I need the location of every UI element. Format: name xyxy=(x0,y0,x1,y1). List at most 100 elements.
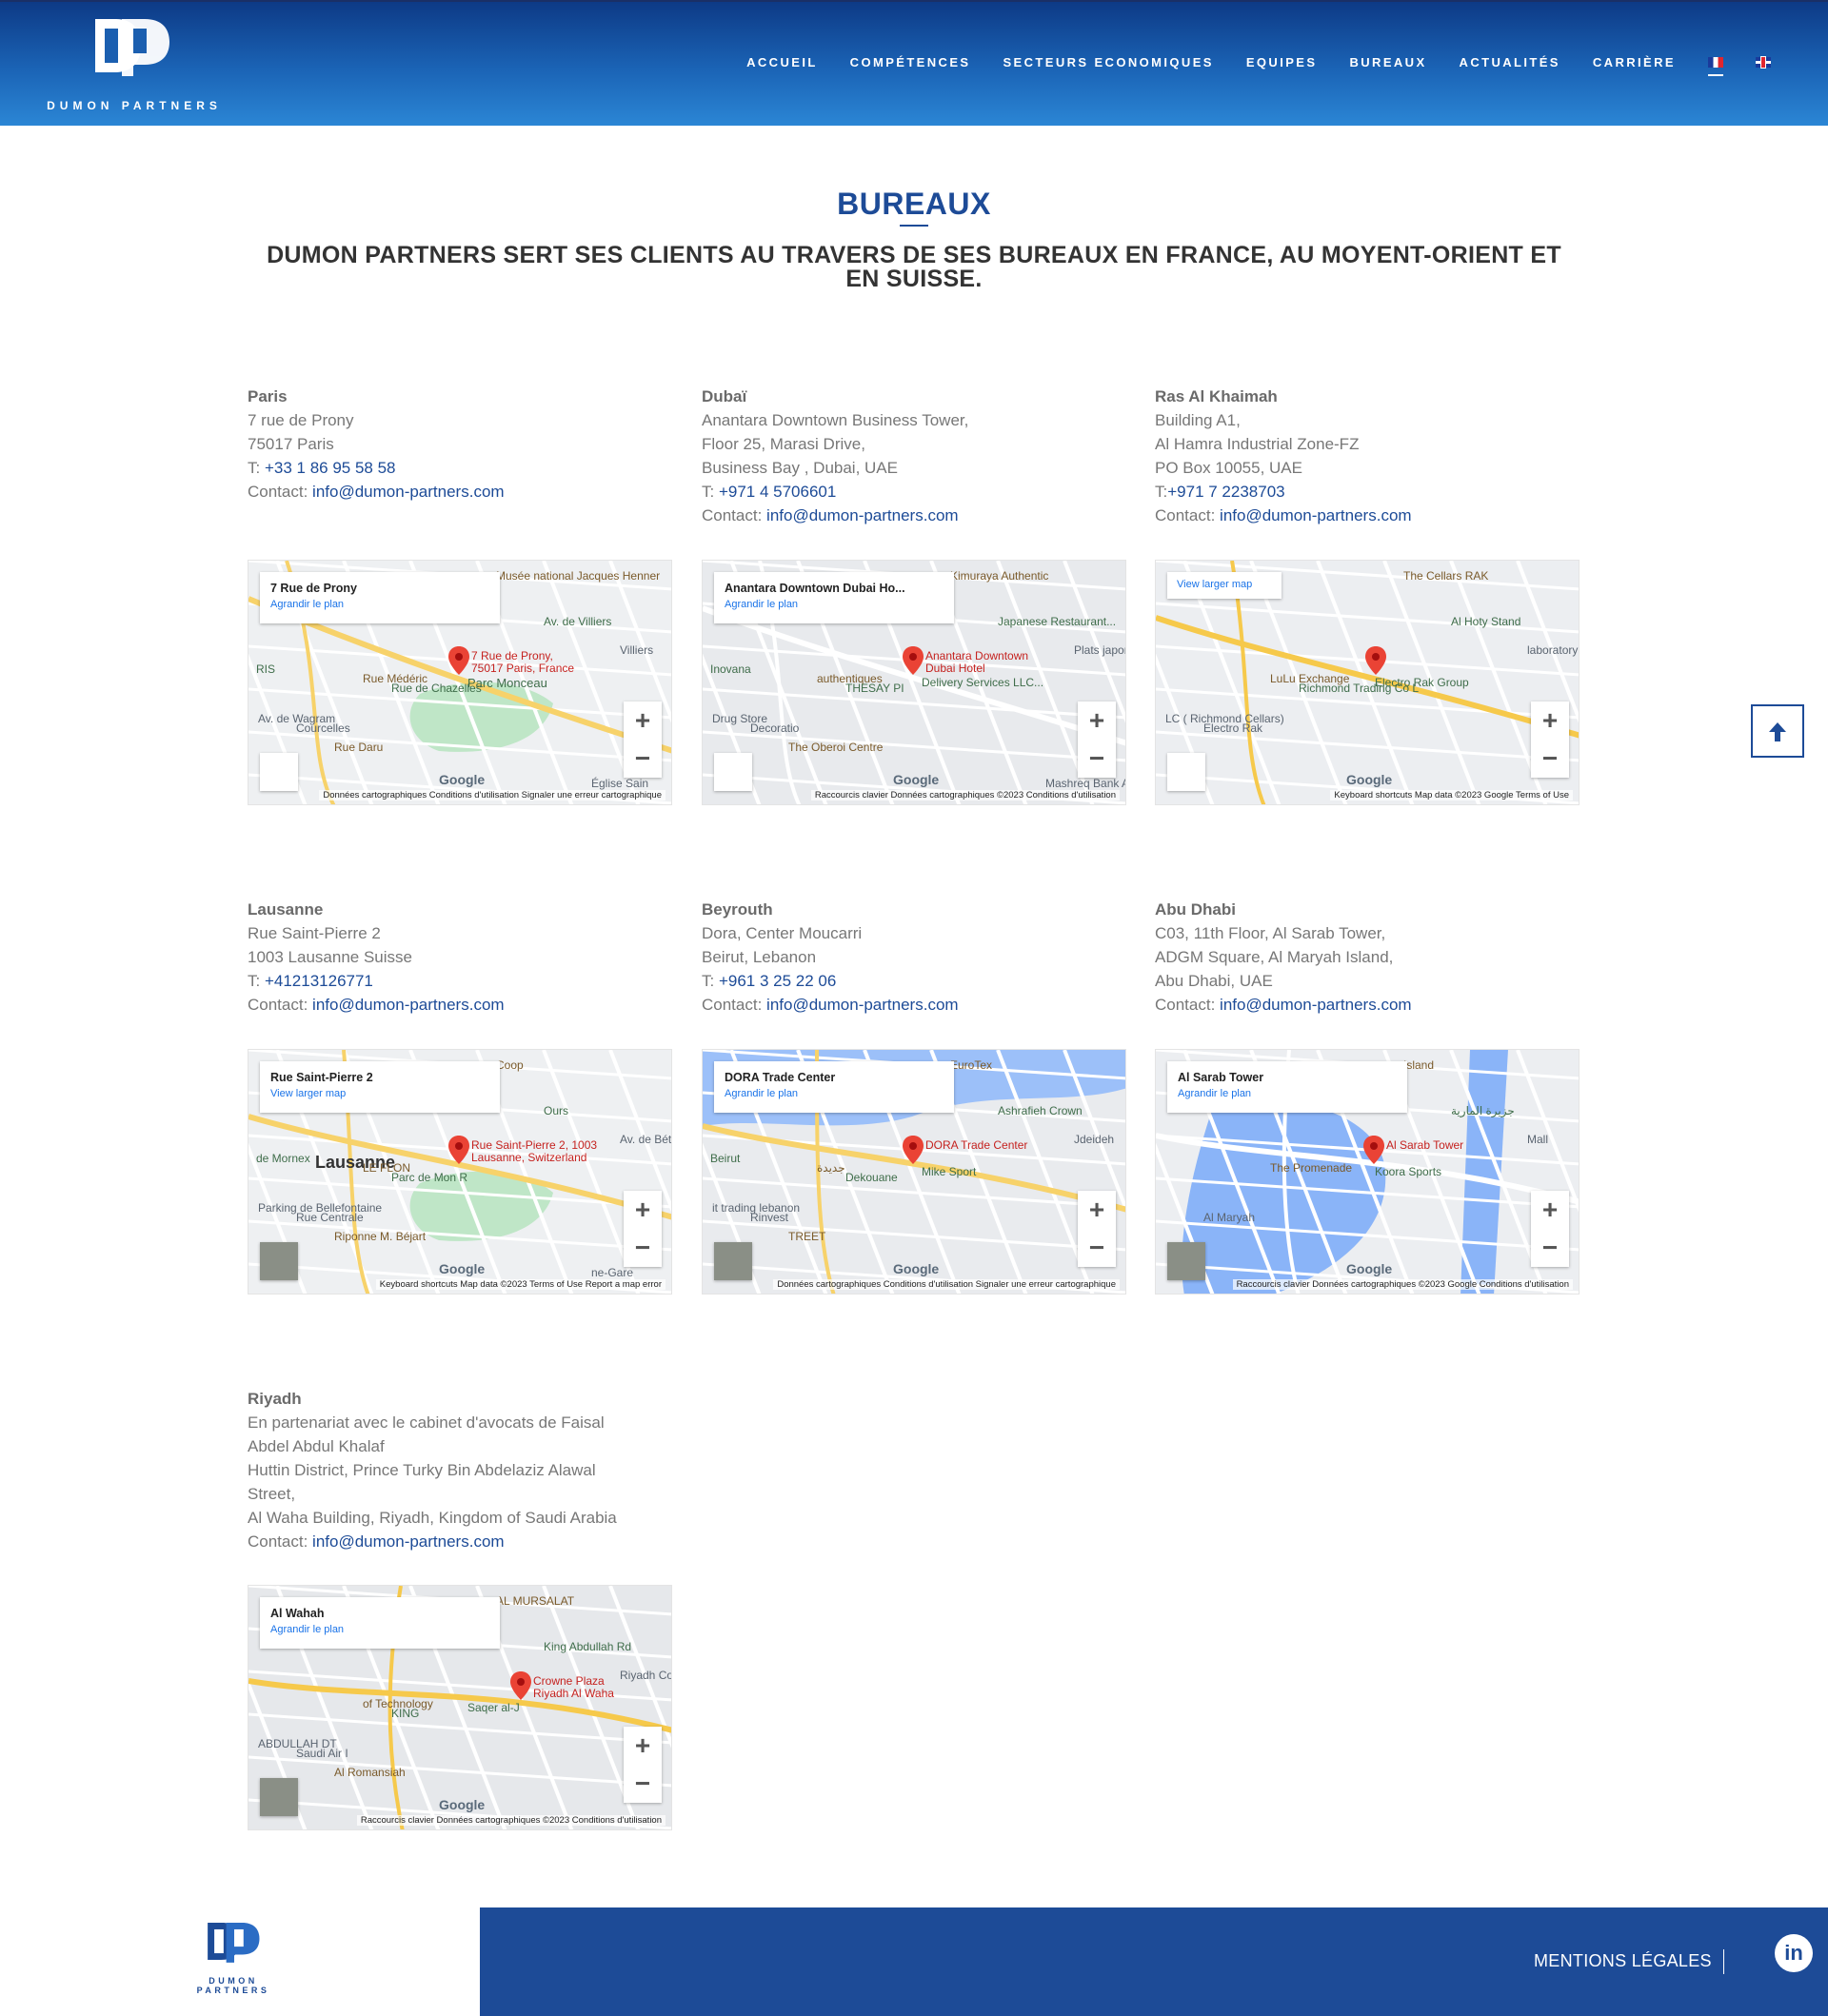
dumon-partners-logo[interactable]: DUMON PARTNERS xyxy=(44,19,225,114)
map-enlarge-link[interactable]: View larger map xyxy=(270,1088,489,1099)
footer-logo-text: DUMON PARTNERS xyxy=(196,1976,270,1995)
office-address-line: En partenariat avec le cabinet d'avocats… xyxy=(248,1413,605,1432)
map-enlarge-link[interactable]: Agrandir le plan xyxy=(270,599,489,610)
map-layer-toggle[interactable] xyxy=(260,1778,298,1816)
map-attribution[interactable]: Raccourcis clavier Données cartographiqu… xyxy=(810,790,1120,800)
zoom-out-icon[interactable]: − xyxy=(624,1765,662,1803)
map-attribution[interactable]: Raccourcis clavier Données cartographiqu… xyxy=(1232,1279,1573,1290)
map-layer-toggle[interactable] xyxy=(1167,753,1205,791)
zoom-out-icon[interactable]: − xyxy=(1531,1229,1569,1267)
map-attribution[interactable]: Données cartographiques Conditions d'uti… xyxy=(319,790,666,800)
map-layer-toggle[interactable] xyxy=(714,1242,752,1280)
zoom-in-icon[interactable]: + xyxy=(1531,702,1569,740)
google-logo: Google xyxy=(893,1261,940,1276)
nav-accueil[interactable]: ACCUEIL xyxy=(746,55,818,69)
zoom-out-icon[interactable]: − xyxy=(1531,740,1569,778)
embedded-map[interactable]: LausanneRue CentraleCoopOursAv. de Béthu… xyxy=(248,1049,672,1295)
map-pin-icon[interactable] xyxy=(448,1136,469,1164)
map-card-title[interactable]: View larger map xyxy=(1177,579,1272,590)
zoom-out-icon[interactable]: − xyxy=(1078,740,1116,778)
office-phone-link[interactable]: +971 4 5706601 xyxy=(719,483,836,501)
embedded-map[interactable]: Saqer al-J Saudi Air I AL MURSALAT King Abd… xyxy=(248,1585,672,1830)
map-place-label: Richmond Trading Co L xyxy=(1299,682,1420,695)
map-attribution[interactable]: Keyboard shortcuts Map data ©2023 Google… xyxy=(1330,790,1573,800)
office-email-link[interactable]: info@dumon-partners.com xyxy=(312,996,505,1014)
map-zoom-control: + − xyxy=(1078,1191,1116,1267)
embedded-map[interactable]: Electro Rak Group Electro Rak The Cellars … xyxy=(1155,560,1580,805)
map-card-title: 7 Rue de Prony xyxy=(270,582,357,595)
office-phone-link[interactable]: +41213126771 xyxy=(265,972,373,990)
back-to-top-button[interactable] xyxy=(1751,704,1804,758)
zoom-out-icon[interactable]: − xyxy=(1078,1229,1116,1267)
office-phone-link[interactable]: +33 1 86 95 58 58 xyxy=(265,459,396,477)
zoom-in-icon[interactable]: + xyxy=(624,702,662,740)
footer-logo[interactable]: DUMON PARTNERS xyxy=(171,1923,295,1999)
office-address-line: Dora, Center Moucarri xyxy=(702,924,863,942)
office-address-line: 1003 Lausanne Suisse xyxy=(248,948,412,966)
map-pin-icon[interactable] xyxy=(903,646,924,675)
office-phone-link[interactable]: +971 7 2238703 xyxy=(1167,483,1284,501)
nav-actualites[interactable]: ACTUALITÉS xyxy=(1460,55,1560,69)
zoom-out-icon[interactable]: − xyxy=(624,740,662,778)
map-attribution[interactable]: Keyboard shortcuts Map data ©2023 Terms … xyxy=(375,1279,666,1290)
phone-prefix: T: xyxy=(702,972,719,990)
nav-competences[interactable]: COMPÉTENCES xyxy=(850,55,971,69)
nav-equipes[interactable]: EQUIPES xyxy=(1246,55,1318,69)
uk-flag-icon[interactable] xyxy=(1756,57,1771,68)
map-layer-toggle[interactable] xyxy=(1167,1242,1205,1280)
office-email-link[interactable]: info@dumon-partners.com xyxy=(312,483,505,501)
zoom-out-icon[interactable]: − xyxy=(624,1229,662,1267)
linkedin-icon[interactable]: in xyxy=(1775,1934,1813,1972)
google-logo: Google xyxy=(439,772,486,787)
nav-secteurs[interactable]: SECTEURS ECONOMIQUES xyxy=(1003,55,1213,69)
map-layer-toggle[interactable] xyxy=(260,753,298,791)
office-email-link[interactable]: info@dumon-partners.com xyxy=(1220,506,1412,524)
zoom-in-icon[interactable]: + xyxy=(624,1191,662,1229)
embedded-map[interactable]: Parc Monceau Courcelles Musée national Jac… xyxy=(248,560,672,805)
zoom-in-icon[interactable]: + xyxy=(624,1727,662,1765)
office-lausanne: Lausanne Rue Saint-Pierre 2 1003 Lausanne … xyxy=(248,898,676,1017)
fr-flag-icon[interactable] xyxy=(1708,57,1723,76)
map-info-card: Al Wahah Agrandir le plan xyxy=(260,1597,500,1649)
main-nav: ACCUEIL COMPÉTENCES SECTEURS ECONOMIQUES… xyxy=(714,55,1771,76)
office-phone-link[interactable]: +961 3 25 22 06 xyxy=(719,972,836,990)
zoom-in-icon[interactable]: + xyxy=(1531,1191,1569,1229)
zoom-in-icon[interactable]: + xyxy=(1078,1191,1116,1229)
office-address-line: Anantara Downtown Business Tower, xyxy=(702,411,969,429)
map-place-label: Église Sain xyxy=(591,777,649,790)
mentions-legales-link[interactable]: MENTIONS LÉGALES xyxy=(1534,1951,1712,1971)
embedded-map[interactable]: Delivery Services LLC... Decoratio Kimuray… xyxy=(702,560,1126,805)
office-email-link[interactable]: info@dumon-partners.com xyxy=(312,1532,505,1551)
map-enlarge-link[interactable]: Agrandir le plan xyxy=(1178,1088,1397,1099)
map-pin-icon[interactable] xyxy=(510,1671,531,1700)
office-email-link[interactable]: info@dumon-partners.com xyxy=(1220,996,1412,1014)
embedded-map[interactable]: Mike Sport Rinvest EuroTex Ashrafieh Crown J… xyxy=(702,1049,1126,1295)
phone-prefix: T: xyxy=(248,972,265,990)
nav-bureaux[interactable]: BUREAUX xyxy=(1349,55,1426,69)
map-pin-icon[interactable] xyxy=(1365,646,1386,675)
map-place-label: Dekouane xyxy=(845,1171,898,1184)
zoom-in-icon[interactable]: + xyxy=(1078,702,1116,740)
office-info: Riyadh En partenariat avec le cabinet d'a… xyxy=(248,1387,676,1553)
google-logo: Google xyxy=(1346,1261,1393,1276)
nav-carriere[interactable]: CARRIÈRE xyxy=(1593,55,1676,69)
map-layer-toggle[interactable] xyxy=(260,1242,298,1280)
office-duba-: Dubaï Anantara Downtown Business Tower, Fl… xyxy=(702,385,1130,527)
arrow-up-icon xyxy=(1769,722,1786,741)
office-email-link[interactable]: info@dumon-partners.com xyxy=(766,506,959,524)
embedded-map[interactable]: Koora Sports Al Maryah Island جزيرة المارية… xyxy=(1155,1049,1580,1295)
map-enlarge-link[interactable]: Agrandir le plan xyxy=(270,1624,489,1635)
map-pin-icon[interactable] xyxy=(448,646,469,675)
map-layer-toggle[interactable] xyxy=(714,753,752,791)
office-email-link[interactable]: info@dumon-partners.com xyxy=(766,996,959,1014)
office-name: Lausanne xyxy=(248,900,324,919)
map-place-label: Delivery Services LLC... xyxy=(922,676,1044,689)
map-enlarge-link[interactable]: Agrandir le plan xyxy=(725,1088,944,1099)
map-attribution[interactable]: Raccourcis clavier Données cartographiqu… xyxy=(356,1815,666,1826)
map-enlarge-link[interactable]: Agrandir le plan xyxy=(725,599,944,610)
map-attribution[interactable]: Données cartographiques Conditions d'uti… xyxy=(773,1279,1120,1290)
phone-prefix: T: xyxy=(702,483,719,501)
office-contact-row: Contact: info@dumon-partners.com xyxy=(248,480,676,504)
map-pin-icon[interactable] xyxy=(903,1136,924,1164)
map-pin-icon[interactable] xyxy=(1363,1136,1384,1164)
